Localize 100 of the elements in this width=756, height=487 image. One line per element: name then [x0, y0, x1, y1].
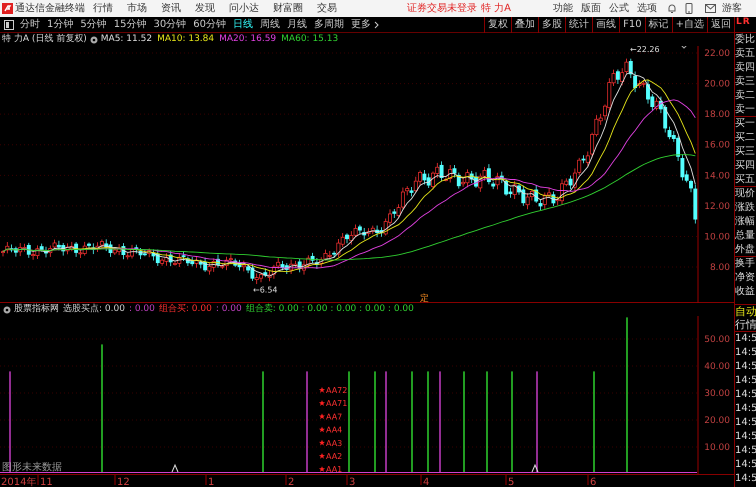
toolbar-button[interactable]: 画线 [592, 16, 620, 32]
indicator-value: : 0.00 [216, 302, 242, 316]
price-axis-label: 12.00 [704, 202, 730, 212]
quote-field-label: 卖五 [735, 47, 756, 61]
star-icon [319, 426, 325, 432]
gear-icon[interactable] [90, 36, 98, 44]
phone-icon[interactable] [685, 3, 693, 14]
period-tab[interactable]: 60分钟 [193, 17, 226, 32]
stock-name: 特 力A [481, 2, 512, 16]
price-axis-label: 18.00 [704, 110, 730, 120]
signal-label: AA7 [326, 412, 342, 422]
date-axis-label: 12 [117, 477, 130, 487]
star-icon [319, 400, 325, 406]
period-tab[interactable]: 更多 [350, 17, 379, 32]
date-axis-label: 4 [423, 477, 430, 487]
menu-item[interactable]: 问小达 [229, 1, 259, 16]
price-axis-label: 14.00 [704, 171, 730, 182]
chart-title: 特 力A (日线 前复权) [2, 32, 87, 46]
price-axis-label: 22.00 [704, 49, 730, 59]
period-tab[interactable]: 30分钟 [153, 17, 186, 32]
period-tab[interactable]: 日线 [232, 17, 253, 32]
period-tab[interactable]: 月线 [286, 17, 307, 32]
quote-field-label: 总量 [735, 229, 756, 243]
menu-item[interactable]: 资讯 [161, 1, 181, 16]
star-icon [319, 413, 325, 420]
ma-legend-label: MA60: 15.13 [281, 32, 338, 46]
peak-mark-icon [532, 464, 538, 472]
menu-item[interactable]: 财富圈 [273, 1, 303, 16]
quote-field-label: 买二 [735, 131, 756, 145]
signal-label: AA2 [326, 452, 342, 461]
indicator-axis-label: 30.00 [704, 389, 730, 399]
toolbar-button[interactable]: 多股 [538, 16, 566, 32]
indicator-axis-label: 20.00 [704, 416, 730, 426]
quote-field-label: 买一 [735, 117, 756, 131]
mail-icon[interactable] [705, 4, 716, 13]
price-axis-label: 20.00 [704, 80, 730, 90]
chevron-icon [374, 20, 379, 28]
indicator-axis-label: 10.00 [704, 443, 730, 453]
period-tab[interactable]: 1分钟 [47, 17, 74, 32]
quote-field-label: 现价 [735, 187, 756, 201]
indicator-value: 组合买: 0.00 [158, 302, 212, 316]
signal-label: AA72 [326, 386, 348, 395]
quote-field-label: 换手 [735, 257, 756, 271]
signal-label: AA71 [326, 399, 348, 408]
period-tab[interactable]: 分时 [20, 17, 40, 32]
ma-legend-label: MA5: 11.52 [100, 32, 152, 46]
low-price-label: ←6.54 [253, 285, 278, 294]
period-tab[interactable]: 15分钟 [114, 17, 146, 32]
menu-item[interactable]: 交易 [317, 1, 337, 16]
quote-field-label: 收益 [735, 285, 756, 299]
login-status[interactable]: 证券交易未登录 [407, 1, 477, 16]
toolbar-button[interactable]: F10 [619, 16, 645, 32]
toolbar-button[interactable]: 叠加 [511, 16, 538, 32]
indicator-axis-label: 40.00 [704, 362, 730, 372]
menu-item[interactable]: 行情 [93, 1, 113, 16]
quote-field-label: 涨跌 [735, 201, 756, 215]
toolbar-button[interactable]: 标记 [644, 16, 672, 32]
ma-legend-label: MA10: 13.84 [157, 32, 214, 46]
price-axis-label: 8.00 [710, 263, 730, 274]
mode-button[interactable]: 自动 [735, 304, 756, 317]
menu-item[interactable]: 发现 [195, 1, 215, 16]
period-tab[interactable]: 周线 [260, 17, 280, 32]
star-icon [319, 440, 325, 446]
menu-item[interactable]: 功能 [553, 1, 573, 16]
menu-item[interactable]: 公式 [609, 1, 629, 16]
menu-item[interactable]: 选项 [637, 1, 657, 16]
badge-letter: R [742, 17, 750, 27]
menu-item[interactable]: 市场 [127, 1, 147, 16]
gear-icon[interactable] [3, 306, 11, 314]
toolbar-button[interactable]: +自选 [672, 16, 707, 32]
star-icon [319, 466, 325, 472]
period-tab[interactable]: 5分钟 [80, 17, 107, 32]
peak-mark-icon [172, 464, 178, 472]
period-tab[interactable]: 多周期 [314, 17, 344, 32]
marker-label: 定 [420, 294, 429, 303]
indicator-axis-label: 50.00 [704, 335, 730, 345]
signal-label: AA3 [326, 438, 342, 448]
toolbar-button[interactable]: 复权 [484, 16, 512, 32]
indicator-value: : 0.00 [128, 302, 155, 316]
quote-field-label: 卖二 [735, 89, 756, 103]
date-axis-label: 5 [508, 477, 514, 487]
panel-toggle-icon[interactable] [4, 20, 14, 30]
toolbar-button[interactable]: 统计 [565, 16, 592, 32]
star-icon [319, 453, 325, 459]
quote-field-label: 涨幅 [735, 215, 756, 229]
bell-icon[interactable] [667, 4, 677, 14]
date-axis-label: 11 [40, 477, 53, 487]
user-label[interactable]: 游客 [722, 1, 742, 16]
date-axis-label: 1 [208, 477, 214, 487]
quote-field-label: 买五 [735, 173, 756, 187]
menu-item[interactable]: 版面 [581, 1, 601, 16]
quote-field-label: 买四 [735, 159, 756, 173]
toolbar-button[interactable]: 返回 [707, 16, 734, 32]
quote-field-label: 净资 [735, 271, 756, 285]
indicator-name: 股票指标网 [14, 302, 59, 316]
quote-field-label: 外盘 [735, 243, 756, 257]
date-axis-label: 6 [590, 477, 596, 487]
date-axis-label: 3 [349, 477, 356, 487]
indicator-value: 选股买点: 0.00 [63, 302, 125, 316]
indicator-value: 组合卖: 0.00 : 0.00 : 0.00 : 0.00 : 0.00 [246, 302, 414, 316]
